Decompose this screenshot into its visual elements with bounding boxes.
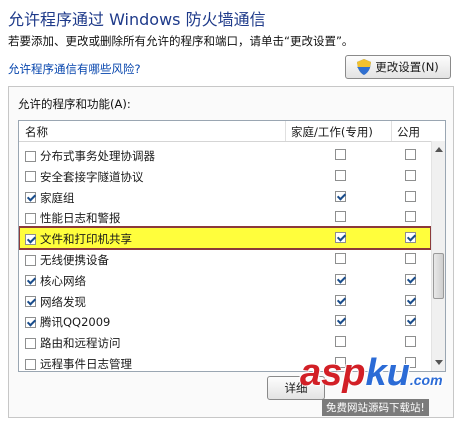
table-row[interactable]: 安全套接字隧道协议 <box>19 165 431 187</box>
table-row[interactable]: 路由和远程访问 <box>19 331 431 353</box>
row-name-cell: 路由和远程访问 <box>25 335 121 351</box>
row-home-work-checkbox[interactable] <box>335 273 346 285</box>
row-home-work-checkbox[interactable] <box>335 336 346 348</box>
table-row[interactable]: 文件和打印机共享 <box>19 226 432 251</box>
table-row[interactable]: 核心网络 <box>19 269 431 291</box>
row-name: 安全套接字隧道协议 <box>40 169 144 184</box>
column-header-name[interactable]: 名称 <box>25 124 48 140</box>
instruction-text: 若要添加、更改或删除所有允许的程序和端口，请单击“更改设置”。 <box>8 34 354 48</box>
row-name: 路由和远程访问 <box>40 336 121 351</box>
row-home-work-checkbox[interactable] <box>335 294 346 306</box>
row-enabled-checkbox[interactable] <box>25 316 36 328</box>
row-name: 核心网络 <box>40 273 86 288</box>
row-home-work-checkbox[interactable] <box>335 232 346 244</box>
row-name-cell: 性能日志和警报 <box>25 210 121 226</box>
column-header-public[interactable]: 公用 <box>397 124 420 140</box>
row-public-checkbox[interactable] <box>405 336 416 348</box>
window-title: 允许程序通过 Windows 防火墙通信 <box>8 10 266 29</box>
table-row[interactable]: 家庭组 <box>19 186 431 208</box>
row-name-cell: 文件和打印机共享 <box>25 231 132 247</box>
row-name: 文件和打印机共享 <box>40 232 132 247</box>
row-enabled-checkbox[interactable] <box>25 171 36 183</box>
table-row[interactable]: 网络发现 <box>19 290 431 312</box>
row-enabled-checkbox[interactable] <box>25 275 36 287</box>
watermark-text: aspku.com <box>300 352 443 394</box>
row-name-cell: 安全套接字隧道协议 <box>25 169 144 185</box>
row-name: 家庭组 <box>40 190 75 205</box>
row-enabled-checkbox[interactable] <box>25 337 36 349</box>
row-name: 腾讯QQ2009 <box>40 315 111 330</box>
table-row[interactable]: 分布式事务处理协调器 <box>19 144 431 166</box>
row-public-checkbox[interactable] <box>405 190 416 202</box>
row-name: 分布式事务处理协调器 <box>40 149 155 163</box>
row-enabled-checkbox[interactable] <box>25 358 36 370</box>
row-name: 无线便携设备 <box>40 253 109 267</box>
table-row[interactable]: 腾讯QQ2009 <box>19 310 431 332</box>
row-home-work-checkbox[interactable] <box>335 169 346 181</box>
row-home-work-checkbox[interactable] <box>335 149 346 160</box>
uac-shield-icon <box>357 59 372 75</box>
row-name-cell: 核心网络 <box>25 273 86 289</box>
table-row[interactable]: 性能日志和警报 <box>19 206 431 228</box>
change-settings-label: 更改设置(N) <box>375 60 439 74</box>
scroll-thumb[interactable] <box>433 253 444 299</box>
column-divider <box>285 121 286 141</box>
change-settings-button[interactable]: 更改设置(N) <box>345 55 451 79</box>
watermark-subtext: 免费网站源码下载站! <box>322 399 429 416</box>
row-name-cell: 家庭组 <box>25 190 75 206</box>
row-home-work-checkbox[interactable] <box>335 315 346 327</box>
row-name: 网络发现 <box>40 294 86 309</box>
row-name-cell: 无线便携设备 <box>25 252 109 268</box>
row-home-work-checkbox[interactable] <box>335 211 346 223</box>
row-public-checkbox[interactable] <box>405 294 416 306</box>
column-divider <box>391 121 392 141</box>
allowed-programs-label: 允许的程序和功能(A): <box>18 97 131 111</box>
row-public-checkbox[interactable] <box>405 149 416 160</box>
table-row[interactable]: 无线便携设备 <box>19 248 431 270</box>
row-name-cell: 网络发现 <box>25 294 86 310</box>
vertical-scrollbar[interactable] <box>431 141 445 371</box>
row-public-checkbox[interactable] <box>405 253 416 264</box>
row-public-checkbox[interactable] <box>405 273 416 285</box>
row-home-work-checkbox[interactable] <box>335 190 346 202</box>
row-name-cell: 分布式事务处理协调器 <box>25 148 155 164</box>
programs-list[interactable]: 名称 家庭/工作(专用) 公用 分布式事务处理协调器 安全套接字隧道协议 家庭组性能… <box>18 120 446 372</box>
row-public-checkbox[interactable] <box>405 211 416 223</box>
risk-help-link[interactable]: 允许程序通信有哪些风险? <box>8 61 141 77</box>
row-enabled-checkbox[interactable] <box>25 254 36 266</box>
row-name-cell: 远程事件日志管理 <box>25 356 132 371</box>
row-enabled-checkbox[interactable] <box>25 212 36 224</box>
row-public-checkbox[interactable] <box>405 169 416 181</box>
column-header-home-work[interactable]: 家庭/工作(专用) <box>291 124 373 140</box>
watermark-logo: aspku.com 免费网站源码下载站! <box>300 352 460 420</box>
row-enabled-checkbox[interactable] <box>25 192 36 204</box>
row-public-checkbox[interactable] <box>405 315 416 327</box>
row-enabled-checkbox[interactable] <box>25 233 36 245</box>
row-public-checkbox[interactable] <box>405 232 416 244</box>
row-name: 性能日志和警报 <box>40 211 121 226</box>
row-name: 远程事件日志管理 <box>40 357 132 371</box>
scroll-up-icon[interactable] <box>435 147 443 152</box>
row-enabled-checkbox[interactable] <box>25 296 36 308</box>
row-name-cell: 腾讯QQ2009 <box>25 314 110 330</box>
row-enabled-checkbox[interactable] <box>25 150 36 162</box>
row-home-work-checkbox[interactable] <box>335 253 346 264</box>
list-header: 名称 家庭/工作(专用) 公用 <box>19 121 445 142</box>
